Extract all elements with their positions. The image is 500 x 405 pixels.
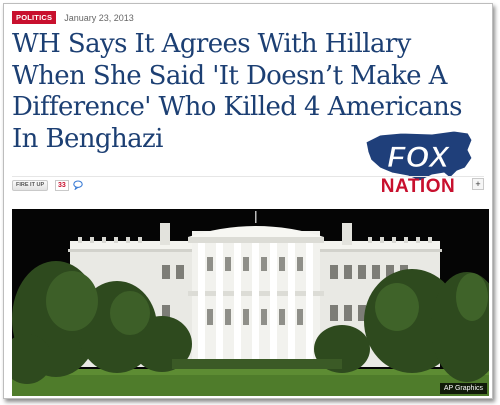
photo-credit: AP Graphics bbox=[439, 383, 487, 394]
article-card: POLITICS January 23, 2013 WH Says It Agr… bbox=[3, 3, 493, 399]
logo-fox-text: FOX bbox=[387, 141, 451, 174]
category-tag[interactable]: POLITICS bbox=[12, 11, 57, 24]
article-photo: AP Graphics bbox=[12, 209, 489, 396]
more-share-button[interactable]: + bbox=[472, 178, 484, 190]
fire-count: 33 bbox=[55, 180, 69, 191]
article-date: January 23, 2013 bbox=[64, 12, 134, 23]
article-meta: POLITICS January 23, 2013 bbox=[12, 11, 134, 24]
comment-icon[interactable] bbox=[73, 180, 83, 190]
fire-it-up-button[interactable]: FIRE IT UP bbox=[12, 180, 49, 191]
share-bar: FIRE IT UP 33 + bbox=[12, 176, 484, 191]
